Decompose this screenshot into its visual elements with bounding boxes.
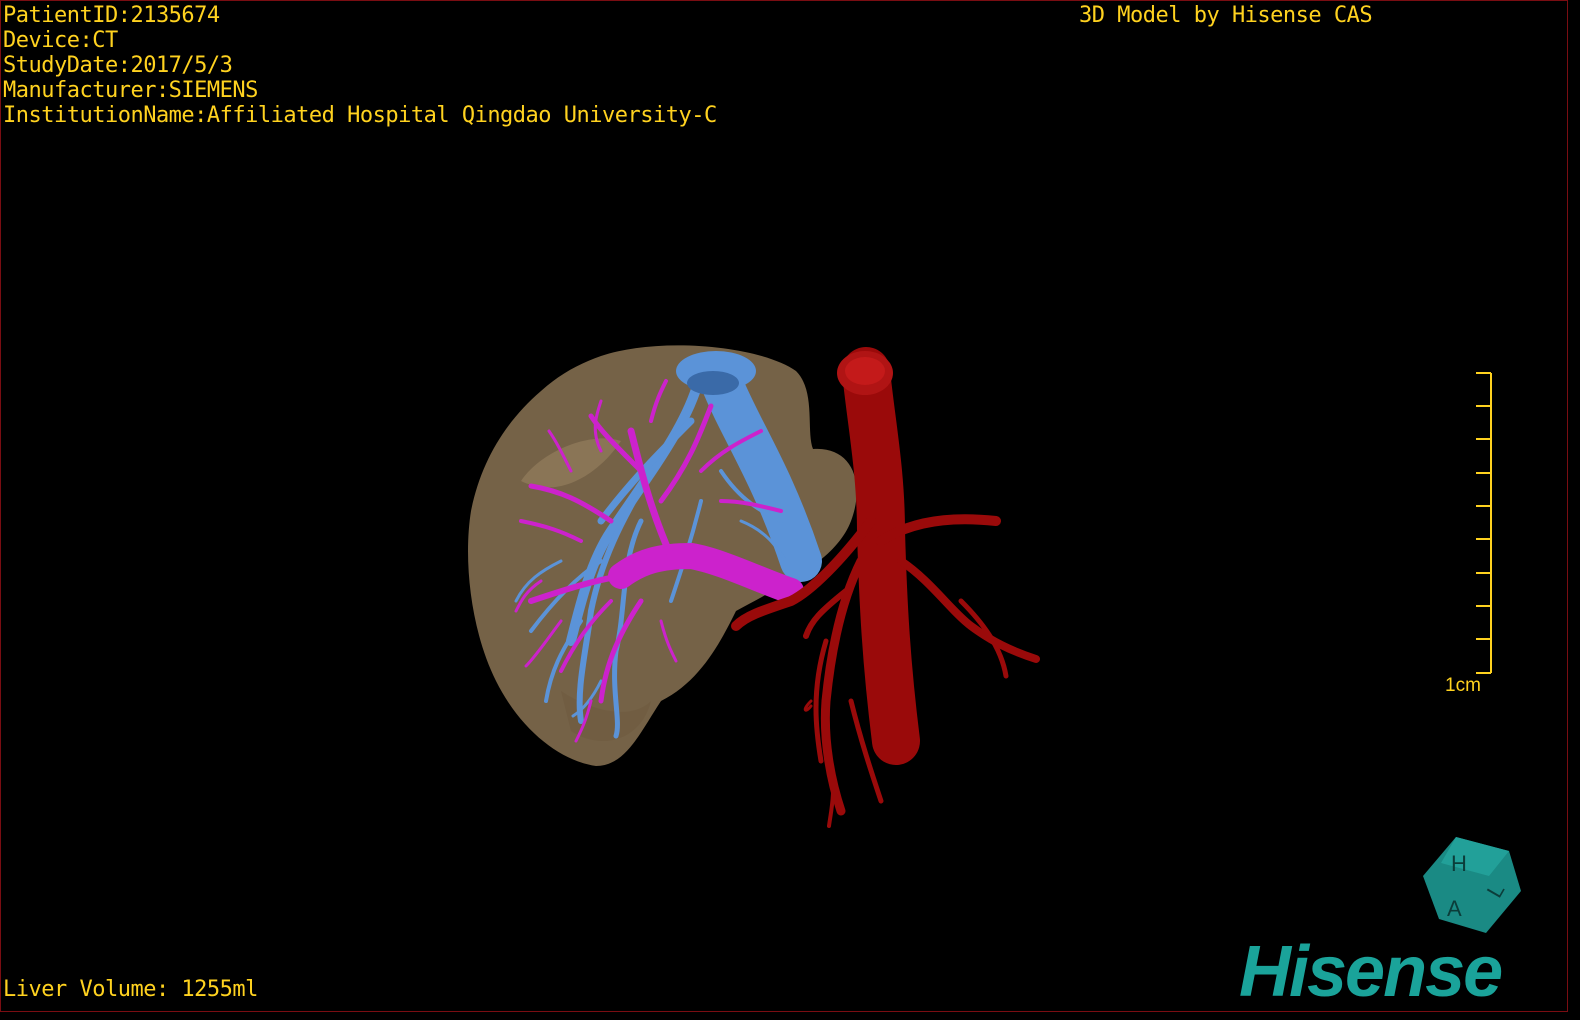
study-date: StudyDate:2017/5/3: [3, 53, 233, 78]
patient-id: PatientID:2135674: [3, 3, 220, 28]
scale-bar-label: 1cm: [1445, 675, 1481, 696]
3d-viewport[interactable]: H A L PatientID:2135674 Device:CT StudyD…: [0, 0, 1568, 1012]
model-credit: 3D Model by Hisense CAS: [1079, 3, 1373, 28]
patient-info-overlay: PatientID:2135674 Device:CT StudyDate:20…: [3, 3, 717, 128]
hisense-logo: Hisense: [1239, 932, 1503, 1012]
scale-bar: [1476, 372, 1492, 674]
cube-letter-a: A: [1447, 896, 1462, 921]
liver-volume: Liver Volume: 1255ml: [3, 977, 258, 1002]
manufacturer: Manufacturer:SIEMENS: [3, 78, 258, 103]
cube-letter-h: H: [1451, 851, 1467, 876]
institution-name: InstitutionName:Affiliated Hospital Qing…: [3, 103, 717, 128]
device: Device:CT: [3, 28, 118, 53]
3d-model-render[interactable]: H A L: [1, 1, 1568, 1012]
orientation-cube-icon[interactable]: H A L: [1423, 837, 1521, 933]
